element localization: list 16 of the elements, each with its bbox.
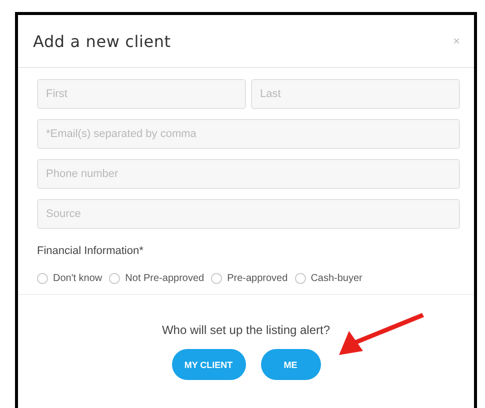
input-field[interactable]: Source bbox=[37, 199, 460, 229]
radio-option[interactable]: Not Pre-approved bbox=[109, 273, 204, 284]
input-field[interactable]: Phone number bbox=[37, 159, 460, 189]
radio-option[interactable]: Don't know bbox=[37, 273, 102, 284]
radio-icon[interactable] bbox=[211, 273, 222, 284]
question-text: Who will set up the listing alert? bbox=[162, 323, 330, 337]
radio-icon[interactable] bbox=[109, 273, 120, 284]
radio-option[interactable]: Cash-buyer bbox=[294, 273, 362, 284]
radio-icon[interactable] bbox=[294, 273, 306, 284]
input-field[interactable]: Last bbox=[251, 79, 460, 109]
input-field[interactable]: *Email(s) separated by comma bbox=[37, 119, 460, 149]
input-field[interactable]: First bbox=[37, 79, 246, 109]
radio-icon[interactable] bbox=[37, 273, 48, 284]
dialog-title: Add a new client bbox=[33, 32, 171, 50]
radio-option[interactable]: Pre-approved bbox=[211, 273, 288, 284]
field-label: Financial Information* bbox=[37, 245, 144, 257]
